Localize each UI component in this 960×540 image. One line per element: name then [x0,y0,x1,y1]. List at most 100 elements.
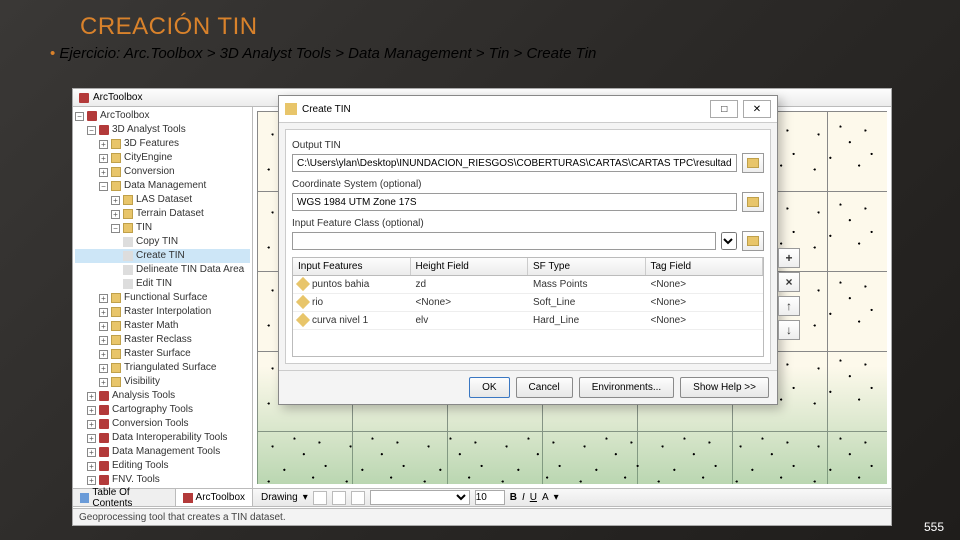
tool-icon [285,103,297,115]
tree-item[interactable]: Visibility [124,375,160,389]
folder-icon [747,197,759,207]
move-up-button[interactable]: ↑ [778,296,800,316]
italic-button[interactable]: I [522,492,525,503]
browse-button[interactable] [742,192,764,212]
tree-item[interactable]: Functional Surface [124,291,207,305]
browse-button[interactable] [742,231,764,251]
tree-item[interactable]: Conversion Tools [112,417,189,431]
slide-number: 555 [924,520,944,534]
toolset-icon [123,195,133,205]
arcgis-window: ArcToolbox −ArcToolbox −3D Analyst Tools… [72,88,892,526]
col-input-features: Input Features [293,258,411,275]
tree-tool[interactable]: Delineate TIN Data Area [136,263,244,277]
toolset-icon [111,363,121,373]
tree-item[interactable]: LAS Dataset [136,193,192,207]
toolbar-icon[interactable] [351,491,365,505]
toolbox-icon [99,433,109,443]
tree-item[interactable]: CityEngine [124,151,172,165]
toolbox-icon [79,93,89,103]
input-coord-system[interactable] [292,193,737,211]
tree-item[interactable]: Analysis Tools [112,389,175,403]
toolbox-icon [87,111,97,121]
toolset-icon [111,377,121,387]
tree-item[interactable]: Raster Math [124,319,178,333]
col-tag-field: Tag Field [646,258,764,275]
tree-item[interactable]: Raster Interpolation [124,305,211,319]
font-color-button[interactable]: A [542,492,549,503]
tree-tool[interactable]: Edit TIN [136,277,172,291]
environments-button[interactable]: Environments... [579,377,674,398]
tree-item[interactable]: Raster Surface [124,347,191,361]
tree-item[interactable]: Triangulated Surface [124,361,216,375]
toolset-icon [123,223,133,233]
move-down-button[interactable]: ↓ [778,320,800,340]
table-row[interactable]: puntos bahia zdMass Points<None> [293,276,763,294]
col-sf-type: SF Type [528,258,646,275]
toolbox-tree[interactable]: −ArcToolbox −3D Analyst Tools +3D Featur… [73,107,253,488]
create-tin-dialog: Create TIN □ ✕ Output TIN Coordinate Sys… [278,95,778,405]
label-coord-system: Coordinate System (optional) [292,179,764,190]
tab-arctoolbox[interactable]: ArcToolbox [176,489,253,506]
tree-item[interactable]: Editing Tools [112,459,169,473]
toolset-icon [123,209,133,219]
toolbar-icon[interactable] [313,491,327,505]
folder-icon [747,236,759,246]
tree-item[interactable]: 3D Features [124,137,179,151]
input-output-tin[interactable] [292,154,737,172]
folder-icon [747,158,759,168]
toolset-icon [111,307,121,317]
tool-icon [123,237,133,247]
browse-button[interactable] [742,153,764,173]
cancel-button[interactable]: Cancel [516,377,573,398]
tree-item[interactable]: 3D Analyst Tools [112,123,186,137]
tree-tool[interactable]: Copy TIN [136,235,178,249]
bold-button[interactable]: B [510,492,517,503]
font-select[interactable] [370,490,470,505]
toolset-icon [111,349,121,359]
tree-item[interactable]: Data Management [124,179,206,193]
input-feature-class[interactable] [292,232,716,250]
panel-title-text: ArcToolbox [93,92,142,103]
tree-tool-create-tin[interactable]: Create TIN [136,249,185,263]
add-row-button[interactable]: + [778,248,800,268]
toc-icon [80,493,89,503]
tree-item[interactable]: Conversion [124,165,175,179]
toolbox-icon [99,125,109,135]
tree-item[interactable]: FNV. Tools [112,473,160,487]
layer-icon [296,313,310,327]
table-row[interactable]: rio <None>Soft_Line<None> [293,294,763,312]
tab-toc[interactable]: Table Of Contents [73,489,176,506]
close-button[interactable]: ✕ [743,100,771,118]
tree-item[interactable]: Data Management Tools [112,445,220,459]
tool-icon [123,251,133,261]
show-help-button[interactable]: Show Help >> [680,377,769,398]
font-size[interactable] [475,490,505,505]
toolset-icon [111,139,121,149]
tree-item[interactable]: Terrain Dataset [136,207,204,221]
toolbox-icon [99,461,109,471]
tree-item[interactable]: TIN [136,221,152,235]
tree-item[interactable]: Data Interoperability Tools [112,431,227,445]
tool-icon [123,265,133,275]
maximize-button[interactable]: □ [710,100,738,118]
toolset-icon [111,153,121,163]
layer-icon [296,277,310,291]
underline-button[interactable]: U [530,492,537,503]
tree-item[interactable]: Raster Reclass [124,333,192,347]
tree-item[interactable]: Cartography Tools [112,403,193,417]
feature-table[interactable]: Input Features Height Field SF Type Tag … [292,257,764,357]
toolbar-icon[interactable] [332,491,346,505]
drawing-toolbar: Drawing▾ B I U A▾ [253,488,891,507]
remove-row-button[interactable]: × [778,272,800,292]
label-input-fc: Input Feature Class (optional) [292,218,764,229]
input-fc-dropdown[interactable] [721,232,737,250]
tool-icon [123,279,133,289]
dialog-title: Create TIN [302,104,351,115]
ok-button[interactable]: OK [469,377,509,398]
layer-icon [296,295,310,309]
toolset-icon [111,181,121,191]
toolbox-icon [99,419,109,429]
tree-root[interactable]: ArcToolbox [100,109,149,123]
toolset-icon [111,167,121,177]
table-row[interactable]: curva nivel 1 elvHard_Line<None> [293,312,763,330]
